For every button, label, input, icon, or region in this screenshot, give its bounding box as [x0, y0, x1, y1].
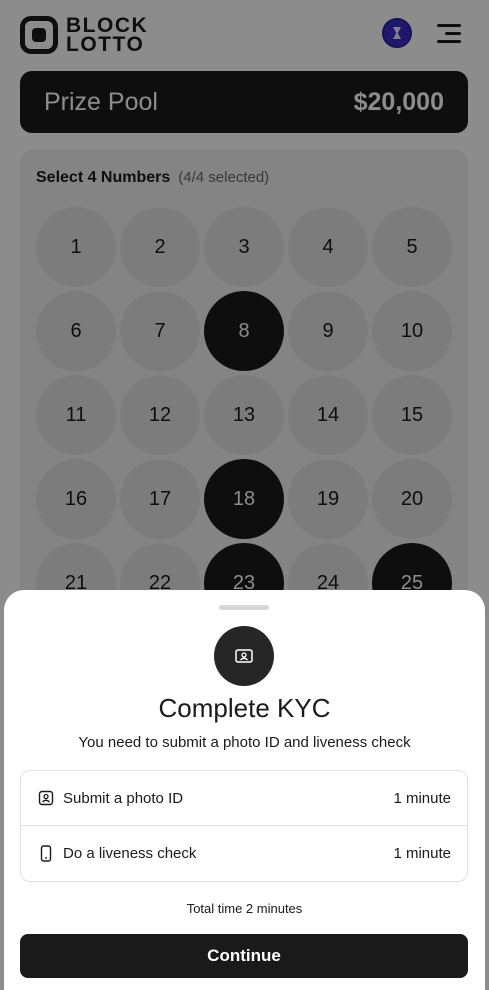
photo-id-icon — [37, 789, 55, 807]
step-liveness-check[interactable]: Do a liveness check 1 minute — [21, 826, 467, 881]
step-label: Submit a photo ID — [63, 789, 184, 807]
kyc-bottom-sheet: Complete KYC You need to submit a photo … — [4, 590, 485, 990]
total-time: Total time 2 minutes — [186, 901, 303, 916]
kyc-title: Complete KYC — [158, 693, 331, 723]
kyc-subtitle: You need to submit a photo ID and livene… — [78, 734, 411, 751]
step-time: 1 minute — [393, 845, 451, 862]
id-card-icon — [214, 626, 274, 686]
step-label: Do a liveness check — [63, 845, 197, 862]
continue-button[interactable]: Continue — [20, 934, 468, 978]
step-submit-photo-id[interactable]: Submit a photo ID 1 minute — [21, 771, 467, 826]
sheet-drag-handle[interactable] — [219, 605, 269, 610]
kyc-steps-list: Submit a photo ID 1 minute Do a liveness… — [20, 770, 468, 882]
step-time: 1 minute — [393, 789, 451, 807]
phone-icon — [37, 845, 55, 863]
